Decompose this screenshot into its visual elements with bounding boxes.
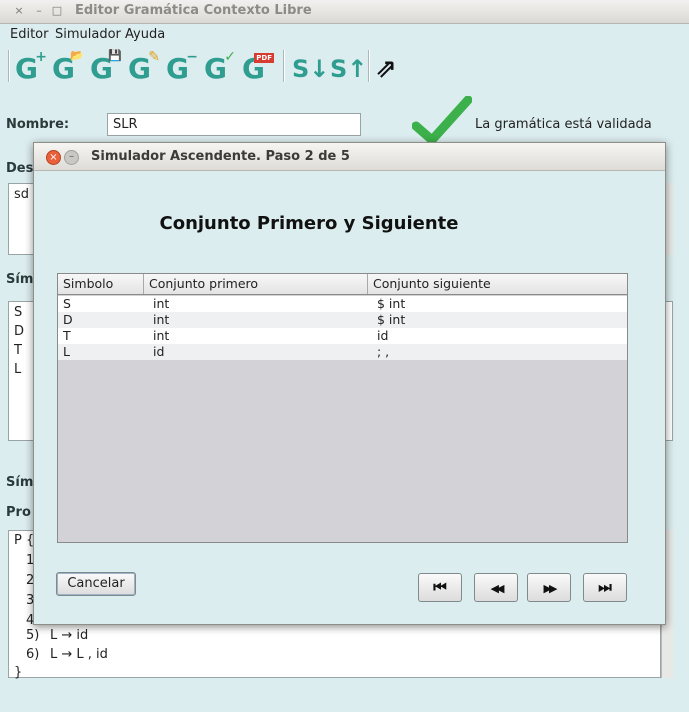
toolbar-separator [368, 50, 370, 82]
new-grammar-icon[interactable]: G + [15, 49, 49, 85]
column-header[interactable]: Conjunto siguiente [368, 274, 627, 294]
cancel-button[interactable]: Cancelar [56, 572, 136, 596]
simulate-down-icon[interactable]: S↓ [292, 53, 329, 85]
table-row[interactable]: D int $ int [58, 312, 627, 328]
pdf-grammar-icon[interactable]: G PDF [242, 53, 276, 85]
list-item: S [14, 305, 23, 320]
fast-forward-icon: ▶▶ [543, 582, 558, 595]
first-follow-table: Simbolo Conjunto primero Conjunto siguie… [57, 273, 628, 543]
list-item: L [14, 362, 22, 377]
table-cell: id [377, 328, 389, 343]
main-titlebar: × – □ Editor Gramática Contexto Libre [0, 0, 689, 24]
open-grammar-icon[interactable]: G 📂 [52, 49, 86, 85]
dialog-title: Simulador Ascendente. Paso 2 de 5 [91, 149, 350, 164]
table-cell: ; , [377, 344, 390, 359]
table-cell: int [153, 328, 170, 343]
minimize-icon[interactable]: – [32, 4, 46, 18]
table-row[interactable]: L id ; , [58, 344, 627, 360]
last-step-button[interactable]: ⏭ [583, 573, 627, 602]
menu-simulador[interactable]: Simulador [55, 27, 121, 42]
edit-grammar-icon[interactable]: G ✎ [128, 49, 162, 85]
dialog-titlebar: × – Simulador Ascendente. Paso 2 de 5 [34, 143, 665, 171]
nombre-field[interactable]: SLR [107, 113, 361, 136]
next-step-button[interactable]: ▶▶ [527, 573, 571, 602]
production-number: 6) [26, 647, 40, 662]
menu-bar: Editor Simulador Ayuda [0, 25, 689, 45]
nombre-label: Nombre: [6, 117, 70, 132]
table-header: Simbolo Conjunto primero Conjunto siguie… [58, 274, 627, 295]
dialog-minimize-icon[interactable]: – [64, 150, 79, 165]
list-item: D [14, 324, 25, 339]
table-row[interactable]: T int id [58, 328, 627, 344]
validate-grammar-icon[interactable]: G ✓ [204, 49, 238, 85]
skip-first-icon: ⏮ [433, 578, 447, 596]
simulate-up-icon[interactable]: S↑ [330, 53, 367, 85]
skip-last-icon: ⏭ [598, 578, 612, 596]
production-text: L → id [50, 628, 89, 643]
table-cell: S [63, 296, 71, 311]
menu-editor[interactable]: Editor [10, 27, 48, 42]
column-header[interactable]: Conjunto primero [144, 274, 368, 294]
production-number: 5) [26, 628, 40, 643]
previous-step-button[interactable]: ◀◀ [474, 573, 518, 602]
descripcion-value: sd [14, 187, 30, 202]
descripcion-label: Des [6, 161, 34, 176]
table-cell: int [153, 312, 170, 327]
dialog-close-icon[interactable]: × [46, 150, 61, 165]
production-text: L → L , id [50, 647, 108, 662]
maximize-icon[interactable]: □ [50, 4, 64, 18]
dialog-heading: Conjunto Primero y Siguiente [159, 213, 459, 234]
remove-grammar-icon[interactable]: G − [166, 49, 200, 85]
list-item: T [14, 343, 22, 358]
table-cell: L [63, 344, 70, 359]
simbolos-label: Sím [6, 272, 34, 287]
table-cell: $ int [377, 296, 406, 311]
window-title: Editor Gramática Contexto Libre [75, 3, 312, 18]
toolbar-separator [8, 50, 10, 82]
table-cell: T [63, 328, 71, 343]
table-cell: $ int [377, 312, 406, 327]
save-grammar-icon[interactable]: G 💾 [90, 49, 124, 85]
table-cell: id [153, 344, 165, 359]
validated-check-icon [412, 96, 472, 145]
close-icon[interactable]: × [12, 4, 26, 18]
toolbar-separator [283, 50, 285, 82]
rewind-icon: ◀◀ [490, 582, 505, 595]
menu-ayuda[interactable]: Ayuda [125, 27, 165, 42]
table-cell: D [63, 312, 73, 327]
simbolo-inicial-label: Sím [6, 475, 34, 490]
validation-status: La gramática está validada [475, 117, 652, 132]
table-row[interactable]: S int $ int [58, 296, 627, 312]
productions-open: P { [14, 533, 35, 548]
column-header[interactable]: Simbolo [58, 274, 144, 294]
export-icon[interactable]: ⇗ [375, 53, 409, 85]
first-step-button[interactable]: ⏮ [418, 573, 462, 602]
productions-close: } [14, 665, 23, 680]
table-cell: int [153, 296, 170, 311]
producciones-label: Pro [6, 505, 31, 520]
simulator-dialog: × – Simulador Ascendente. Paso 2 de 5 Co… [33, 142, 666, 625]
